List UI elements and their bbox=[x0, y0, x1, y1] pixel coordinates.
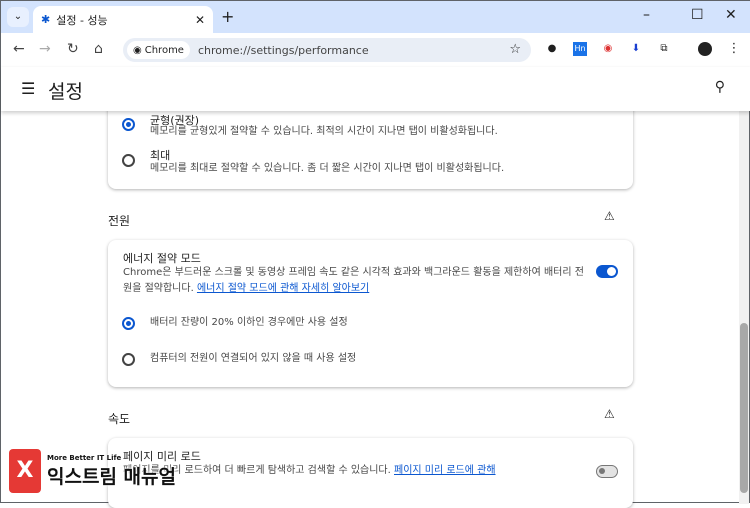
maximize-button[interactable]: ☐ bbox=[691, 7, 704, 23]
preload-card: 페이지 미리 로드 페이지를 미리 로드하여 더 빠르게 탐색하고 검색할 수 … bbox=[108, 438, 633, 508]
url-text: chrome://settings/performance bbox=[197, 43, 369, 57]
section-heading-power: 전원 bbox=[108, 214, 131, 228]
settings-header: ☰ 설정 ⚲ bbox=[1, 67, 750, 111]
feedback-icon[interactable]: ⚠ bbox=[604, 407, 615, 421]
extension-download-icon[interactable]: ⬇ bbox=[629, 42, 643, 56]
bookmark-star-icon[interactable]: ☆ bbox=[509, 42, 521, 57]
option-desc: 메모리를 균형있게 절약할 수 있습니다. 최적의 시간이 지나면 탭이 비활성… bbox=[150, 126, 498, 137]
tab-search-button[interactable]: ⌄ bbox=[7, 7, 29, 27]
back-icon[interactable]: ← bbox=[13, 41, 25, 57]
option-label: 배터리 잔량이 20% 이하인 경우에만 사용 설정 bbox=[150, 317, 348, 328]
tab-settings-performance[interactable]: ✱ 설정 - 성능 ✕ bbox=[33, 6, 213, 33]
option-desc: 메모리를 최대로 절약할 수 있습니다. 좀 더 짧은 시간이 지나면 탭이 비… bbox=[150, 163, 505, 174]
preload-desc: 페이지를 미리 로드하여 더 빠르게 탐색하고 검색할 수 있습니다. 페이지 … bbox=[123, 465, 496, 476]
watermark-tagline: More Better IT Life bbox=[47, 453, 122, 462]
scrollbar[interactable] bbox=[739, 111, 749, 504]
watermark-logo: X More Better IT Life 익스트림 매뉴얼 bbox=[9, 449, 176, 493]
preload-toggle[interactable] bbox=[596, 465, 618, 478]
logo-mark: X bbox=[9, 449, 41, 493]
close-window-button[interactable]: ✕ bbox=[725, 7, 737, 23]
energy-saver-desc: Chrome은 부드러운 스크롤 및 동영상 프레임 속도 같은 시각적 효과와… bbox=[123, 267, 584, 294]
watermark-brand: 익스트림 매뉴얼 bbox=[47, 465, 176, 488]
tab-strip: ⌄ ✱ 설정 - 성능 ✕ + – ☐ ✕ bbox=[1, 1, 750, 33]
energy-saver-title: 에너지 절약 모드 bbox=[123, 252, 201, 265]
chrome-icon: ◉ bbox=[133, 44, 142, 56]
close-tab-icon[interactable]: ✕ bbox=[195, 13, 205, 27]
profile-avatar[interactable] bbox=[698, 42, 712, 56]
menu-icon[interactable]: ☰ bbox=[21, 79, 35, 98]
option-label: 컴퓨터의 전원이 연결되어 있지 않을 때 사용 설정 bbox=[150, 353, 357, 364]
radio-unplugged[interactable] bbox=[122, 353, 135, 366]
extension-mask-icon[interactable]: ● bbox=[545, 42, 559, 56]
energy-saver-learn-more-link[interactable]: 에너지 절약 모드에 관해 자세히 알아보기 bbox=[197, 283, 369, 294]
minimize-button[interactable]: – bbox=[643, 7, 650, 23]
section-heading-speed: 속도 bbox=[108, 412, 131, 426]
tab-title: 설정 - 성능 bbox=[56, 13, 108, 27]
radio-battery-20[interactable] bbox=[122, 317, 135, 330]
extension-record-icon[interactable]: ◉ bbox=[601, 42, 615, 56]
home-icon[interactable]: ⌂ bbox=[94, 41, 103, 57]
search-icon[interactable]: ⚲ bbox=[715, 79, 725, 95]
address-bar[interactable]: ◉ Chrome chrome://settings/performance ☆ bbox=[123, 38, 531, 62]
extensions-puzzle-icon[interactable]: ⧉ bbox=[657, 42, 671, 56]
new-tab-button[interactable]: + bbox=[221, 7, 234, 26]
energy-saver-toggle[interactable] bbox=[596, 265, 618, 278]
gear-icon: ✱ bbox=[41, 13, 51, 26]
scrollbar-thumb[interactable] bbox=[740, 323, 748, 493]
extension-hn-icon[interactable]: Hn bbox=[573, 42, 587, 56]
site-chip[interactable]: ◉ Chrome bbox=[127, 41, 190, 59]
radio-maximum[interactable] bbox=[122, 154, 135, 167]
reload-icon[interactable]: ↻ bbox=[67, 41, 79, 57]
radio-balanced[interactable] bbox=[122, 118, 135, 131]
energy-saver-card: 에너지 절약 모드 Chrome은 부드러운 스크롤 및 동영상 프레임 속도 … bbox=[108, 240, 633, 387]
more-menu-icon[interactable]: ⋮ bbox=[727, 42, 741, 56]
preload-learn-more-link[interactable]: 페이지 미리 로드에 관해 bbox=[394, 465, 496, 476]
feedback-icon[interactable]: ⚠ bbox=[604, 209, 615, 223]
forward-icon[interactable]: → bbox=[39, 41, 51, 57]
page-title: 설정 bbox=[48, 81, 83, 103]
